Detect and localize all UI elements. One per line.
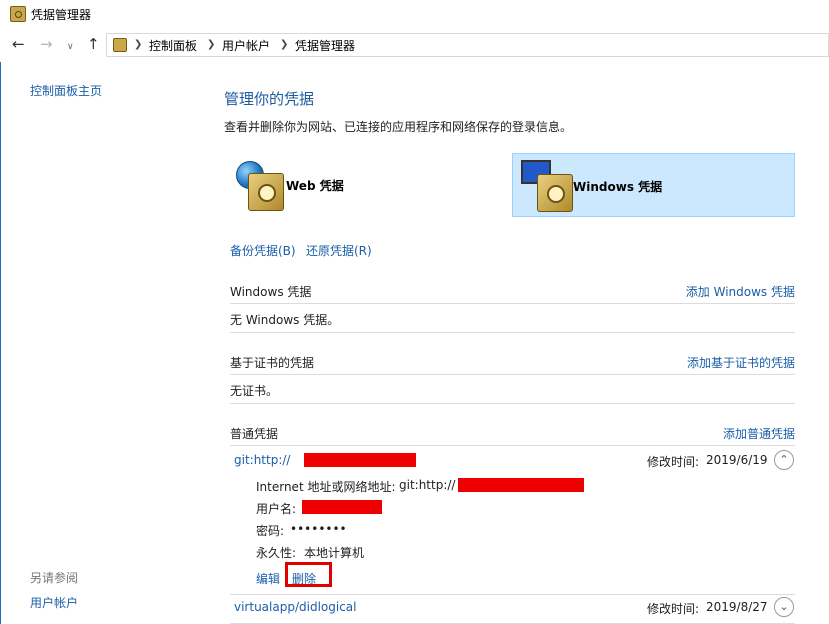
breadcrumb-separator-icon[interactable]: ❯ — [207, 39, 215, 50]
address-label: Internet 地址或网络地址: — [256, 480, 396, 494]
section-divider — [230, 403, 795, 404]
delete-credential-link[interactable]: 删除 — [292, 570, 316, 587]
windows-credentials-label: Windows 凭据 — [573, 180, 663, 194]
section-divider — [230, 374, 795, 375]
breadcrumb-separator-icon[interactable]: ❯ — [134, 39, 142, 50]
credential-manager-icon — [10, 6, 26, 22]
add-generic-credential-link[interactable]: 添加普通凭据 — [723, 425, 795, 442]
breadcrumb-separator-icon[interactable]: ❯ — [280, 39, 288, 50]
password-label: 密码: — [256, 524, 285, 538]
web-credentials-label: Web 凭据 — [286, 179, 344, 193]
edit-credential-link[interactable]: 编辑 — [256, 570, 280, 587]
title-bar: 凭据管理器 — [0, 0, 829, 30]
modified-date: 2019/8/27 — [706, 600, 768, 614]
cert-credentials-empty: 无证书。 — [230, 384, 279, 398]
add-cert-credential-link[interactable]: 添加基于证书的凭据 — [687, 354, 795, 371]
modified-label: 修改时间: — [647, 602, 700, 616]
address-value: git:http:// — [399, 478, 456, 492]
add-windows-credential-link[interactable]: 添加 Windows 凭据 — [686, 283, 795, 300]
sidebar-control-panel-home[interactable]: 控制面板主页 — [30, 82, 102, 99]
page-title: 管理你的凭据 — [224, 90, 315, 108]
password-value: •••••••• — [290, 522, 347, 536]
credential-item: git:http:// 修改时间: 2019/6/19 ⌃ Internet 地… — [230, 446, 795, 592]
page-description: 查看并删除你为网站、已连接的应用程序和网络保存的登录信息。 — [224, 120, 573, 134]
web-credentials-card[interactable]: Web 凭据 — [230, 153, 500, 215]
address-bar[interactable]: ❯ 控制面板 ❯ 用户帐户 ❯ 凭据管理器 — [106, 33, 829, 57]
sidebar-user-accounts[interactable]: 用户帐户 — [30, 594, 78, 611]
breadcrumb-credential-manager[interactable]: 凭据管理器 — [295, 37, 355, 54]
windows-credentials-empty: 无 Windows 凭据。 — [230, 313, 340, 327]
up-arrow-icon[interactable]: ↑ — [87, 37, 100, 52]
window-title: 凭据管理器 — [31, 8, 92, 22]
back-arrow-icon[interactable]: ← — [12, 37, 25, 52]
section-divider — [230, 332, 795, 333]
collapse-chevron-icon[interactable]: ⌃ — [774, 450, 794, 470]
credential-name[interactable]: virtualapp/didlogical — [234, 600, 356, 614]
recent-locations-chevron-icon[interactable]: ∨ — [67, 40, 74, 55]
vault-icon — [248, 173, 284, 211]
restore-credentials-link[interactable]: 还原凭据(R) — [306, 242, 372, 259]
vault-icon — [537, 174, 573, 212]
windows-credentials-card[interactable]: Windows 凭据 — [512, 153, 795, 217]
backup-credentials-link[interactable]: 备份凭据(B) — [230, 242, 296, 259]
credential-item[interactable]: virtualapp/didlogical 修改时间: 2019/8/27 ⌄ — [230, 595, 795, 624]
cert-credentials-section-title: 基于证书的凭据 — [230, 356, 315, 370]
forward-arrow-icon[interactable]: → — [40, 37, 53, 52]
sidebar: 控制面板主页 另请参阅 用户帐户 — [0, 62, 205, 624]
persistence-value: 本地计算机 — [304, 546, 365, 560]
generic-credentials-section-title: 普通凭据 — [230, 427, 279, 441]
username-label: 用户名: — [256, 502, 297, 516]
section-divider — [230, 303, 795, 304]
persistence-label: 永久性: — [256, 546, 297, 560]
modified-label: 修改时间: — [647, 455, 700, 469]
redaction-mark — [302, 500, 382, 514]
breadcrumb-control-panel[interactable]: 控制面板 — [149, 37, 197, 54]
see-also-label: 另请参阅 — [30, 571, 79, 585]
credential-name[interactable]: git:http:// — [234, 453, 290, 467]
modified-date: 2019/6/19 — [706, 453, 768, 467]
windows-credentials-section-title: Windows 凭据 — [230, 285, 312, 299]
expand-chevron-icon[interactable]: ⌄ — [774, 597, 794, 617]
redaction-mark — [458, 478, 584, 492]
breadcrumb-user-accounts[interactable]: 用户帐户 — [222, 37, 270, 54]
control-panel-icon — [113, 38, 127, 52]
redaction-mark — [304, 453, 416, 467]
